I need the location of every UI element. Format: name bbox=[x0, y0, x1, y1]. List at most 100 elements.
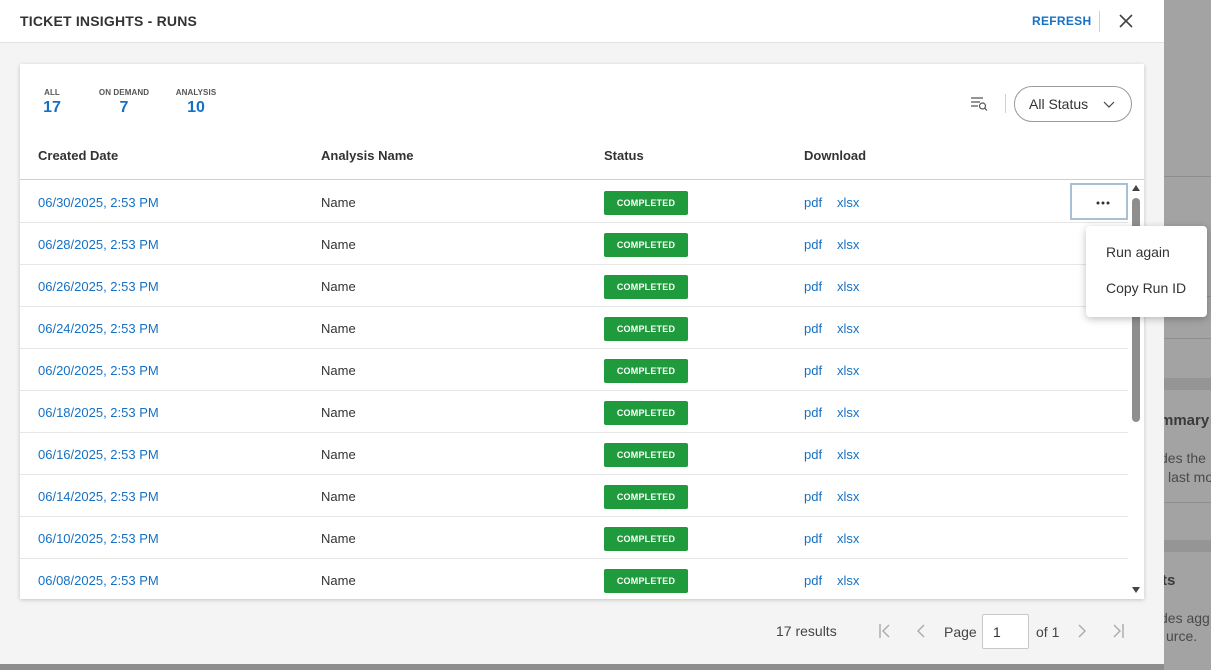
created-date-link[interactable]: 06/20/2025, 2:53 PM bbox=[38, 363, 159, 378]
analysis-name: Name bbox=[321, 531, 356, 546]
created-date-link[interactable]: 06/18/2025, 2:53 PM bbox=[38, 405, 159, 420]
table-row: 06/26/2025, 2:53 PM Name COMPLETED pdf x… bbox=[20, 265, 1128, 307]
table-row: 06/18/2025, 2:53 PM Name COMPLETED pdf x… bbox=[20, 391, 1128, 433]
bg-divider bbox=[1164, 338, 1211, 339]
stat-all[interactable]: ALL 17 bbox=[42, 88, 62, 117]
download-xlsx-link[interactable]: xlsx bbox=[837, 321, 859, 336]
download-xlsx-link[interactable]: xlsx bbox=[837, 573, 859, 588]
bg-card-title: mmary bbox=[1164, 412, 1210, 429]
analysis-name: Name bbox=[321, 195, 356, 210]
stat-value: 10 bbox=[187, 99, 205, 116]
created-date-link[interactable]: 06/16/2025, 2:53 PM bbox=[38, 447, 159, 462]
refresh-button[interactable]: REFRESH bbox=[1032, 14, 1091, 28]
menu-item-copy-run-id[interactable]: Copy Run ID bbox=[1106, 280, 1186, 296]
table-row: 06/24/2025, 2:53 PM Name COMPLETED pdf x… bbox=[20, 307, 1128, 349]
analysis-name: Name bbox=[321, 321, 356, 336]
more-horizontal-icon bbox=[1096, 201, 1110, 205]
background-page: mmary des the last mo ts des agg urce. bbox=[1164, 0, 1211, 670]
download-pdf-link[interactable]: pdf bbox=[804, 573, 822, 588]
bg-card-text: last mo bbox=[1168, 469, 1211, 485]
table-row: 06/14/2025, 2:53 PM Name COMPLETED pdf x… bbox=[20, 475, 1128, 517]
prev-page-icon[interactable] bbox=[913, 622, 929, 640]
download-pdf-link[interactable]: pdf bbox=[804, 531, 822, 546]
runs-card: ALL 17 ON DEMAND 7 ANALYSIS 10 All Statu… bbox=[20, 64, 1144, 599]
drawer-header: TICKET INSIGHTS - RUNS REFRESH bbox=[0, 0, 1164, 43]
table-row: 06/20/2025, 2:53 PM Name COMPLETED pdf x… bbox=[20, 349, 1128, 391]
status-badge: COMPLETED bbox=[604, 233, 688, 257]
bg-divider bbox=[1164, 176, 1211, 177]
scroll-down-arrow-icon[interactable] bbox=[1132, 587, 1140, 593]
table-row: 06/30/2025, 2:53 PM Name COMPLETED pdf x… bbox=[20, 181, 1128, 223]
created-date-link[interactable]: 06/08/2025, 2:53 PM bbox=[38, 573, 159, 588]
analysis-name: Name bbox=[321, 237, 356, 252]
download-xlsx-link[interactable]: xlsx bbox=[837, 279, 859, 294]
download-xlsx-link[interactable]: xlsx bbox=[837, 531, 859, 546]
table-body: 06/30/2025, 2:53 PM Name COMPLETED pdf x… bbox=[20, 181, 1128, 599]
download-pdf-link[interactable]: pdf bbox=[804, 363, 822, 378]
chevron-down-icon bbox=[1103, 101, 1115, 108]
stat-value: 7 bbox=[119, 99, 129, 116]
row-actions-button[interactable] bbox=[1070, 183, 1128, 220]
created-date-link[interactable]: 06/24/2025, 2:53 PM bbox=[38, 321, 159, 336]
stat-analysis[interactable]: ANALYSIS 10 bbox=[174, 88, 218, 117]
table-row: 06/28/2025, 2:53 PM Name COMPLETED pdf x… bbox=[20, 223, 1128, 265]
toolbar-divider bbox=[1005, 94, 1006, 113]
bottom-strip bbox=[0, 664, 1164, 670]
col-download[interactable]: Download bbox=[804, 148, 866, 163]
runs-drawer: TICKET INSIGHTS - RUNS REFRESH ALL 17 ON… bbox=[0, 0, 1164, 664]
created-date-link[interactable]: 06/30/2025, 2:53 PM bbox=[38, 195, 159, 210]
status-badge: COMPLETED bbox=[604, 275, 688, 299]
col-analysis-name[interactable]: Analysis Name bbox=[321, 148, 414, 163]
status-badge: COMPLETED bbox=[604, 191, 688, 215]
download-pdf-link[interactable]: pdf bbox=[804, 489, 822, 504]
stat-label: ON DEMAND bbox=[98, 88, 150, 97]
download-xlsx-link[interactable]: xlsx bbox=[837, 237, 859, 252]
menu-item-run-again[interactable]: Run again bbox=[1106, 244, 1170, 260]
analysis-name: Name bbox=[321, 489, 356, 504]
stat-value: 17 bbox=[43, 99, 61, 116]
row-actions-menu: Run again Copy Run ID bbox=[1086, 226, 1207, 317]
last-page-icon[interactable] bbox=[1110, 622, 1126, 640]
analysis-name: Name bbox=[321, 405, 356, 420]
status-badge: COMPLETED bbox=[604, 401, 688, 425]
download-pdf-link[interactable]: pdf bbox=[804, 195, 822, 210]
status-filter-value: All Status bbox=[1029, 96, 1089, 112]
download-xlsx-link[interactable]: xlsx bbox=[837, 195, 859, 210]
download-xlsx-link[interactable]: xlsx bbox=[837, 489, 859, 504]
col-created-date[interactable]: Created Date bbox=[38, 148, 118, 163]
status-filter-dropdown[interactable]: All Status bbox=[1014, 86, 1132, 122]
stat-on-demand[interactable]: ON DEMAND 7 bbox=[94, 88, 154, 117]
stat-label: ANALYSIS bbox=[175, 88, 217, 97]
created-date-link[interactable]: 06/14/2025, 2:53 PM bbox=[38, 489, 159, 504]
download-pdf-link[interactable]: pdf bbox=[804, 279, 822, 294]
status-badge: COMPLETED bbox=[604, 527, 688, 551]
col-status[interactable]: Status bbox=[604, 148, 644, 163]
next-page-icon[interactable] bbox=[1074, 622, 1090, 640]
filter-list-icon[interactable] bbox=[970, 95, 988, 111]
created-date-link[interactable]: 06/10/2025, 2:53 PM bbox=[38, 531, 159, 546]
drawer-title: TICKET INSIGHTS - RUNS bbox=[20, 13, 198, 29]
download-pdf-link[interactable]: pdf bbox=[804, 237, 822, 252]
status-badge: COMPLETED bbox=[604, 359, 688, 383]
close-icon[interactable] bbox=[1116, 11, 1136, 31]
header-divider bbox=[1099, 11, 1100, 32]
download-pdf-link[interactable]: pdf bbox=[804, 405, 822, 420]
bg-card-text: urce. bbox=[1166, 628, 1198, 644]
download-pdf-link[interactable]: pdf bbox=[804, 321, 822, 336]
status-badge: COMPLETED bbox=[604, 569, 688, 593]
download-xlsx-link[interactable]: xlsx bbox=[837, 405, 859, 420]
analysis-name: Name bbox=[321, 447, 356, 462]
page-number-input[interactable] bbox=[982, 614, 1029, 649]
download-xlsx-link[interactable]: xlsx bbox=[837, 447, 859, 462]
results-count: 17 results bbox=[776, 623, 837, 639]
created-date-link[interactable]: 06/26/2025, 2:53 PM bbox=[38, 279, 159, 294]
scroll-up-arrow-icon[interactable] bbox=[1132, 185, 1140, 191]
download-xlsx-link[interactable]: xlsx bbox=[837, 363, 859, 378]
download-pdf-link[interactable]: pdf bbox=[804, 447, 822, 462]
table-row: 06/16/2025, 2:53 PM Name COMPLETED pdf x… bbox=[20, 433, 1128, 475]
created-date-link[interactable]: 06/28/2025, 2:53 PM bbox=[38, 237, 159, 252]
first-page-icon[interactable] bbox=[877, 622, 893, 640]
bg-card-text: des agg bbox=[1164, 610, 1210, 626]
bg-divider bbox=[1164, 502, 1211, 503]
status-badge: COMPLETED bbox=[604, 443, 688, 467]
